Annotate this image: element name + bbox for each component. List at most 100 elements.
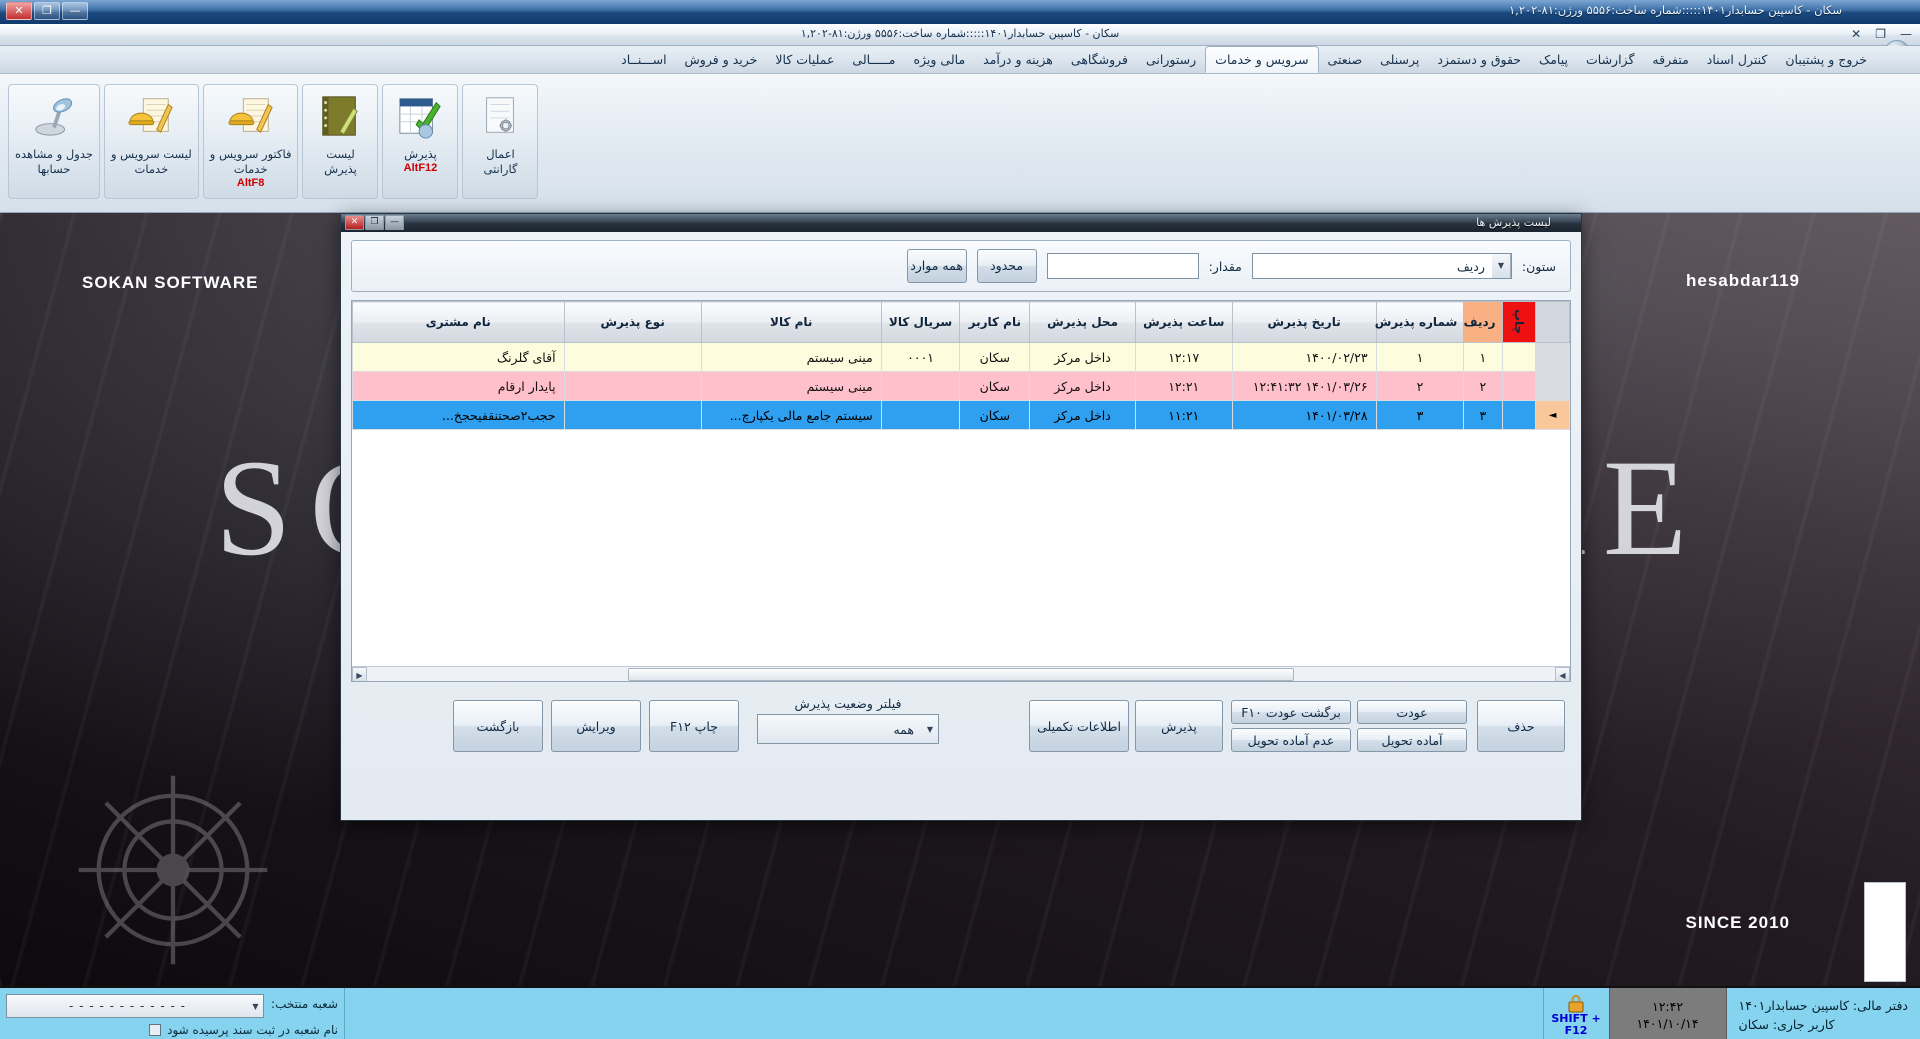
ribbon-button-label: اعمال گارانتی [483, 147, 518, 176]
ribbon-button-2[interactable]: لیست پذیرش [302, 84, 379, 199]
return-back-button[interactable]: برگشت عودت F۱۰ [1231, 700, 1351, 724]
menu-item-11[interactable]: هزینه و درآمد [974, 46, 1062, 73]
table-header-5[interactable]: محل پذیرش [1029, 301, 1136, 343]
menu-item-6[interactable]: پرسنلی [1371, 46, 1428, 73]
ribbon-button-5[interactable]: جدول و مشاهده حسابها [8, 84, 100, 199]
table-header-10[interactable]: نام مشتری [352, 301, 565, 343]
chevron-down-icon[interactable]: ▼ [1491, 254, 1511, 278]
filter-all-button[interactable]: همه موارد [906, 249, 967, 283]
status-filter-select[interactable]: ▼ همه [757, 714, 939, 744]
menu-item-13[interactable]: مـــــالی [843, 46, 904, 73]
dialog-maximize-button[interactable]: ❐ [365, 215, 384, 230]
lock-screen-button[interactable]: SHIFT + F12 [1542, 988, 1609, 1039]
menu-item-16[interactable]: اســـنــاد [612, 46, 675, 73]
extra-info-button[interactable]: اطلاعات تکمیلی [1029, 700, 1129, 752]
table-header-2[interactable]: شماره پذیرش [1375, 301, 1465, 343]
menu-item-14[interactable]: عملیات کالا [766, 46, 843, 73]
cell-serial: ۰۰۰۱ [880, 342, 961, 372]
ribbon-button-0[interactable]: اعمال گارانتی [462, 84, 539, 199]
print-checkbox-cell[interactable] [1501, 400, 1537, 430]
table-row[interactable]: ◄ ۳ ۳ ۱۴۰۱/۰۳/۲۸ ۱۱:۲۱ داخل مرکز سکان سیستم جام… [352, 400, 1570, 430]
table-header-3[interactable]: تاریخ پذیرش [1231, 301, 1377, 343]
os-window-controls[interactable]: — ❐ ✕ [6, 2, 88, 20]
cell-radif: ۳ [1463, 400, 1503, 430]
table-row[interactable]: ۱ ۱ ۱۴۰۰/۰۲/۲۳ ۱۲:۱۷ داخل مرکز سکان ۰۰۰۱ مینی س… [352, 342, 1570, 372]
mdi-window-controls[interactable]: — ❐ ✕ [1851, 26, 1912, 42]
mdi-restore-button[interactable]: ❐ [1875, 26, 1886, 42]
dialog-close-button[interactable]: ✕ [345, 215, 364, 230]
table-header-8[interactable]: نام کالا [700, 301, 882, 343]
main-menubar[interactable]: خروج و پشتیبان کنترل اسناد متفرقه گزارشات پی… [0, 46, 1920, 74]
ask-branch-checkbox[interactable] [149, 1024, 162, 1036]
dialog-title: لیست پذیرش ها [1476, 216, 1551, 229]
ribbon-button-1[interactable]: پذیرش AltF12 [382, 84, 459, 199]
status-session-info: دفتر مالی: کاسپین حسابدار۱۴۰۱ کاربر جاری… [1726, 988, 1920, 1039]
table-header-7[interactable]: سریال کالا [880, 301, 961, 343]
menu-item-1[interactable]: کنترل اسناد [1698, 46, 1777, 73]
menu-item-0[interactable]: خروج و پشتیبان [1776, 46, 1876, 73]
menu-item-7[interactable]: صنعتی [1319, 46, 1372, 73]
dialog-action-bar: حذف عودت آماده تحویل برگشت عودت F۱۰ عدم … [351, 690, 1571, 764]
table-header-0[interactable]: چاپ [1501, 301, 1537, 343]
menu-item-10[interactable]: فروشگاهی [1062, 46, 1137, 73]
row-selector-cell[interactable] [1535, 371, 1570, 401]
ready-deliver-button[interactable]: آماده تحویل [1357, 728, 1467, 752]
os-close-button[interactable]: ✕ [6, 2, 32, 20]
table-header-9[interactable]: نوع پذیرش [563, 301, 702, 343]
ribbon-button-4[interactable]: لیست سرویس و خدمات [103, 84, 199, 199]
table-header-4[interactable]: ساعت پذیرش [1134, 301, 1233, 343]
menu-item-2[interactable]: متفرقه [1643, 46, 1697, 73]
menu-item-9[interactable]: رستورانی [1137, 46, 1205, 73]
menu-item-8[interactable]: سرویس و خدمات [1205, 46, 1319, 73]
menu-item-5[interactable]: حقوق و دستمزد [1428, 46, 1530, 73]
scroll-right-icon[interactable]: ▶ [352, 666, 367, 681]
scroll-left-icon[interactable]: ◀ [1555, 666, 1570, 681]
table-header-1[interactable]: ردیف [1463, 301, 1503, 343]
print-checkbox-cell[interactable] [1501, 371, 1537, 401]
filter-column-value: ردیف [1456, 258, 1485, 274]
delete-button[interactable]: حذف [1477, 700, 1565, 752]
chevron-down-icon[interactable]: ▼ [248, 1002, 263, 1011]
accept-button[interactable]: پذیرش [1135, 700, 1223, 752]
menu-item-12[interactable]: مالی ویژه [904, 46, 974, 73]
status-branch-section: شعبه منتخب: ▼ - - - - - - - - - - - - نا… [0, 988, 345, 1039]
row-selector-cell[interactable]: ◄ [1535, 400, 1570, 430]
table-horizontal-scrollbar[interactable]: ◀ ▶ [352, 666, 1570, 681]
scrollbar-track[interactable] [367, 666, 1555, 681]
not-ready-deliver-button[interactable]: عدم آماده تحویل [1231, 728, 1351, 752]
edit-button[interactable]: ویرایش [551, 700, 641, 752]
lamp-icon [35, 98, 73, 136]
chevron-down-icon[interactable]: ▼ [922, 725, 938, 734]
cell-mahal: داخل مرکز [1029, 400, 1136, 430]
return-button[interactable]: عودت [1357, 700, 1467, 724]
filter-column-select[interactable]: ▼ ردیف [1251, 253, 1512, 279]
cell-shomare: ۱ [1375, 342, 1465, 372]
ribbon-button-3[interactable]: فاکتور سرویس و خدمات AltF8 [202, 84, 299, 199]
lock-icon [1568, 994, 1584, 1012]
os-window-title: سکان - کاسپین حسابدار۱۴۰۱:::::شماره ساخت… [1509, 3, 1842, 17]
os-maximize-button[interactable]: ❐ [34, 2, 60, 20]
menu-item-4[interactable]: پیامک [1530, 46, 1577, 73]
dialog-minimize-button[interactable]: — [385, 215, 404, 230]
table-header-6[interactable]: نام کاربر [959, 301, 1031, 343]
ribbon-button-label: فاکتور سرویس و خدمات [209, 147, 292, 176]
os-minimize-button[interactable]: — [62, 2, 88, 20]
print-checkbox-cell[interactable] [1501, 342, 1537, 372]
branch-select[interactable]: ▼ - - - - - - - - - - - - [6, 994, 264, 1018]
mdi-close-button[interactable]: ✕ [1851, 26, 1861, 42]
back-button[interactable]: بازگشت [453, 700, 543, 752]
menu-item-15[interactable]: خرید و فروش [676, 46, 767, 73]
ribbon-button-group: اعمال گارانتی پذیرش AltF12 لیست پذیرش فاک… [8, 84, 539, 199]
mdi-minimize-button[interactable]: — [1900, 26, 1912, 42]
filter-value-input[interactable] [1046, 253, 1199, 279]
dialog-window-controls[interactable]: — ❐ ✕ [345, 215, 404, 230]
mdi-parent-bar: سکان - کاسپین حسابدار۱۴۰۱:::::شماره ساخت… [0, 24, 1920, 46]
row-selector-cell[interactable] [1535, 342, 1570, 372]
scrollbar-thumb[interactable] [628, 667, 1294, 681]
ask-branch-row[interactable]: نام شعبه در ثبت سند پرسیده شود [149, 1023, 338, 1037]
print-button[interactable]: چاپ F۱۲ [649, 700, 739, 752]
filter-limited-button[interactable]: محدود [976, 249, 1037, 283]
table-row[interactable]: ۲ ۲ ۱۴۰۱/۰۳/۲۶ ۱۲:۴۱:۳۲ ۱۲:۲۱ داخل مرکز سکان م… [352, 371, 1570, 401]
menu-item-3[interactable]: گزارشات [1577, 46, 1643, 73]
cell-tarikh: ۱۴۰۱/۰۳/۲۶ ۱۲:۴۱:۳۲ [1231, 371, 1377, 401]
